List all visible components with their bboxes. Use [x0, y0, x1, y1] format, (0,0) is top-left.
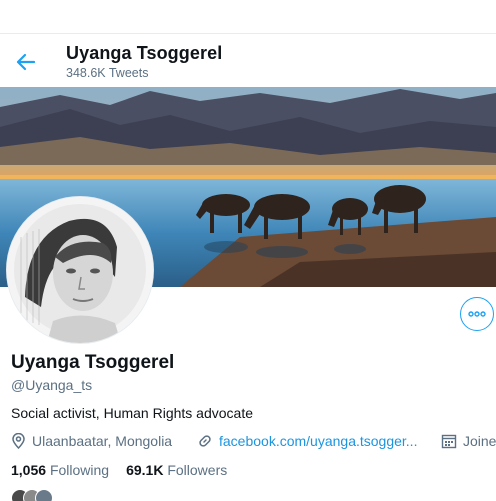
location-text: Ulaanbaatar, Mongolia	[32, 433, 173, 449]
profile-website[interactable]: facebook.com/uyanga.tsogger...	[197, 433, 417, 449]
more-dots-icon	[468, 311, 486, 317]
top-blank-area	[0, 0, 496, 33]
profile-avatar[interactable]	[7, 197, 153, 343]
website-link[interactable]: facebook.com/uyanga.tsogger...	[219, 433, 417, 449]
profile-meta-row: Ulaanbaatar, Mongolia facebook.com/uyang…	[11, 433, 496, 451]
back-button[interactable]	[13, 51, 39, 73]
profile-joined: Joined	[441, 433, 496, 449]
link-icon	[199, 435, 211, 447]
more-options-button[interactable]	[460, 297, 494, 331]
followers-label: Followers	[167, 462, 228, 478]
profile-handle: @Uyanga_ts	[11, 377, 93, 393]
following-label: Following	[49, 462, 110, 478]
calendar-icon	[441, 434, 457, 449]
followers-link[interactable]: 69.1K Followers	[126, 462, 227, 478]
header-name: Uyanga Tsoggerel	[66, 43, 223, 63]
following-count: 1,056	[11, 462, 47, 478]
profile-location: Ulaanbaatar, Mongolia	[11, 433, 172, 449]
followed-by-row[interactable]	[11, 489, 491, 501]
follower-avatar	[35, 489, 53, 501]
header-tweet-count: 348.6K Tweets	[66, 66, 149, 80]
avatar-portrait-illustration	[7, 197, 153, 343]
follow-stats: 1,056 Following 69.1K Followers	[11, 462, 227, 478]
location-pin-icon	[12, 433, 25, 449]
profile-header-bar: Uyanga Tsoggerel 348.6K Tweets	[0, 33, 496, 88]
arrow-left-icon	[16, 53, 36, 71]
joined-text: Joined	[463, 433, 496, 449]
followers-count: 69.1K	[126, 462, 164, 478]
profile-name: Uyanga Tsoggerel	[11, 352, 175, 373]
following-link[interactable]: 1,056 Following	[11, 462, 109, 478]
profile-bio: Social activist, Human Rights advocate	[11, 405, 253, 421]
